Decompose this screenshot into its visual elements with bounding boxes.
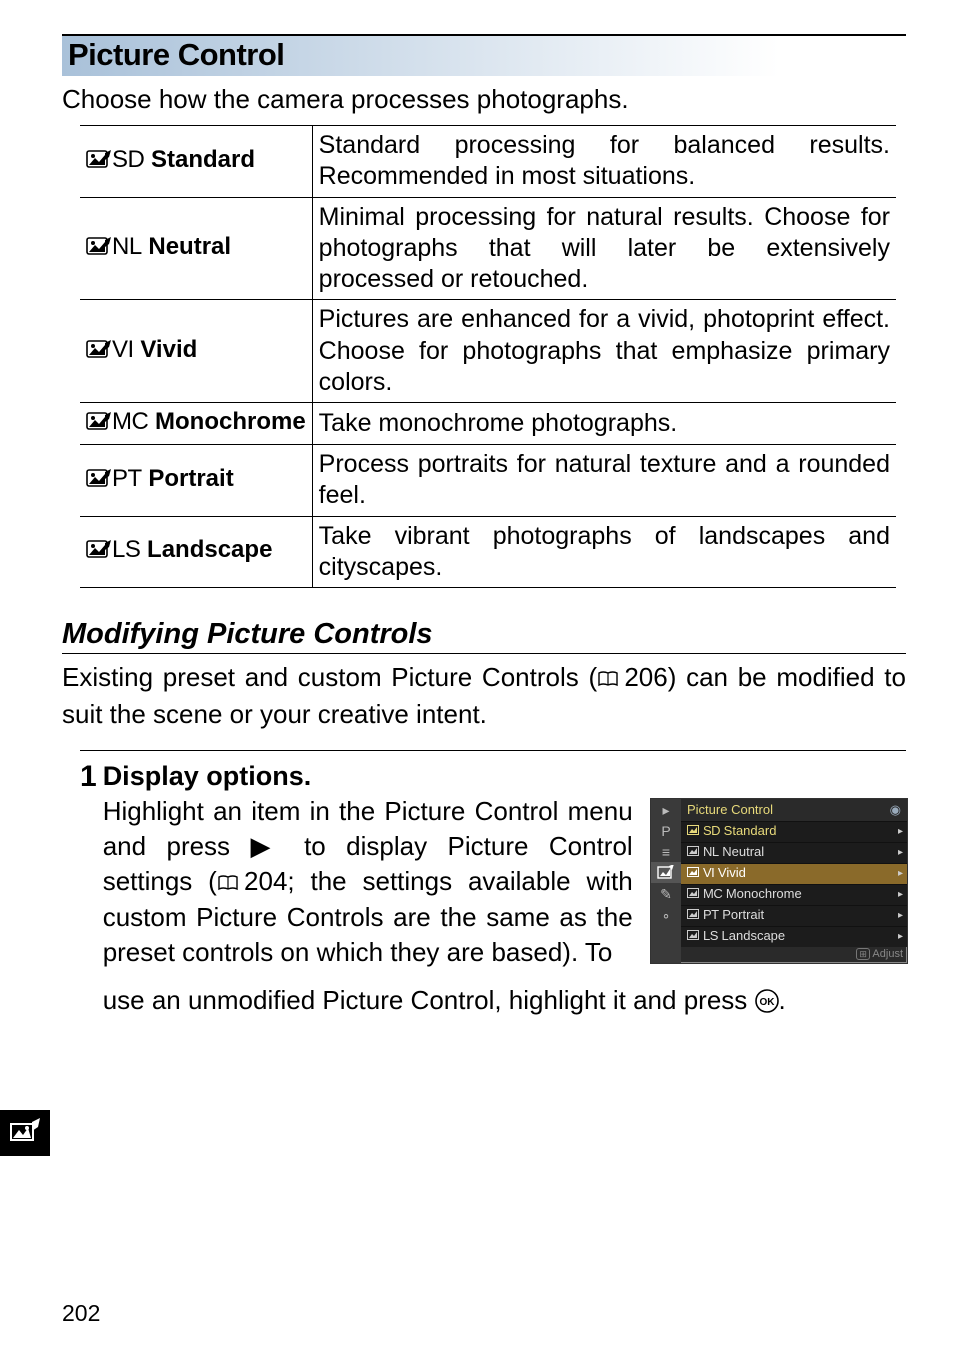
pc-row-name: MC Monochrome	[80, 403, 312, 445]
section-heading: Picture Control	[62, 34, 906, 76]
retouch-tab-icon	[0, 1110, 50, 1156]
pc-row: LS LandscapeTake vibrant photographs of …	[80, 516, 896, 588]
step-block: 1 Display options. Highlight an item in …	[80, 750, 906, 1022]
step-number: 1	[80, 762, 97, 792]
lcd-item: LS Landscape▸	[681, 926, 907, 947]
lcd-tab-icon: ≡	[651, 841, 681, 862]
camera-menu-screenshot: ▸P≡ ✎∘ Picture Control ◉ SD Standard▸NL N…	[650, 798, 908, 964]
lcd-item: VI Vivid▸	[681, 863, 907, 884]
pc-row: PT PortraitProcess portraits for natural…	[80, 445, 896, 517]
lcd-tab-icon: ✎	[651, 883, 681, 904]
lcd-tab-icon: ∘	[651, 904, 681, 925]
step-after-a: use an unmodified Picture Control, highl…	[103, 985, 755, 1015]
subheading: Modifying Picture Controls	[62, 618, 906, 654]
pc-row-desc: Standard processing for balanced results…	[312, 126, 896, 198]
lcd-item: PT Portrait▸	[681, 905, 907, 926]
pc-row: VI VividPictures are enhanced for a vivi…	[80, 300, 896, 403]
lcd-footer: ⊞ Adjust	[681, 947, 907, 964]
pc-row-desc: Take monochrome photographs.	[312, 403, 896, 445]
book-icon	[597, 662, 619, 697]
lcd-item: MC Monochrome▸	[681, 884, 907, 905]
pc-row: NL NeutralMinimal processing for natural…	[80, 197, 896, 300]
pc-row-desc: Pictures are enhanced for a vivid, photo…	[312, 300, 896, 403]
book-icon	[217, 866, 239, 901]
pc-row: SD StandardStandard processing for balan…	[80, 126, 896, 198]
svg-text:OK: OK	[759, 997, 775, 1008]
lcd-item: SD Standard▸	[681, 821, 907, 842]
pc-row-desc: Take vibrant photographs of landscapes a…	[312, 516, 896, 588]
pc-row-desc: Process portraits for natural texture an…	[312, 445, 896, 517]
subheading-intro: Existing preset and custom Picture Contr…	[62, 660, 906, 732]
intro2-part-a: Existing preset and custom Picture Contr…	[62, 662, 597, 692]
lcd-title-bar: Picture Control ◉	[681, 799, 907, 820]
step-body-text: Highlight an item in the Picture Control…	[103, 794, 633, 969]
pc-row: MC MonochromeTake monochrome photographs…	[80, 403, 896, 445]
lcd-tab-icon: ▸	[651, 799, 681, 820]
lcd-tab-icon: P	[651, 820, 681, 841]
lcd-list: SD Standard▸NL Neutral▸VI Vivid▸MC Monoc…	[681, 821, 907, 947]
lcd-item: NL Neutral▸	[681, 842, 907, 863]
step-body-ref: 204	[244, 866, 287, 896]
pc-row-name: LS Landscape	[80, 516, 312, 588]
lcd-title: Picture Control	[687, 801, 773, 818]
pc-row-name: PT Portrait	[80, 445, 312, 517]
grid-icon: ⊞	[856, 948, 870, 960]
ok-button-icon: OK	[755, 987, 779, 1022]
pc-row-desc: Minimal processing for natural results. …	[312, 197, 896, 300]
picture-control-table: SD StandardStandard processing for balan…	[80, 125, 896, 588]
help-icon: ◉	[890, 801, 901, 818]
pc-row-name: VI Vivid	[80, 300, 312, 403]
lcd-sidebar: ▸P≡ ✎∘	[651, 799, 681, 963]
lcd-footer-label: Adjust	[872, 948, 903, 960]
pc-row-name: SD Standard	[80, 126, 312, 198]
intro-text: Choose how the camera processes photogra…	[62, 82, 906, 117]
step-title: Display options.	[103, 759, 906, 794]
lcd-tab-icon	[651, 862, 681, 883]
page-number: 202	[62, 1300, 100, 1327]
step-after-text: use an unmodified Picture Control, highl…	[103, 969, 906, 1022]
step-after-b: .	[779, 985, 786, 1015]
intro2-page-ref: 206	[624, 662, 667, 692]
right-triangle-icon: ▶	[250, 831, 283, 861]
pc-row-name: NL Neutral	[80, 197, 312, 300]
